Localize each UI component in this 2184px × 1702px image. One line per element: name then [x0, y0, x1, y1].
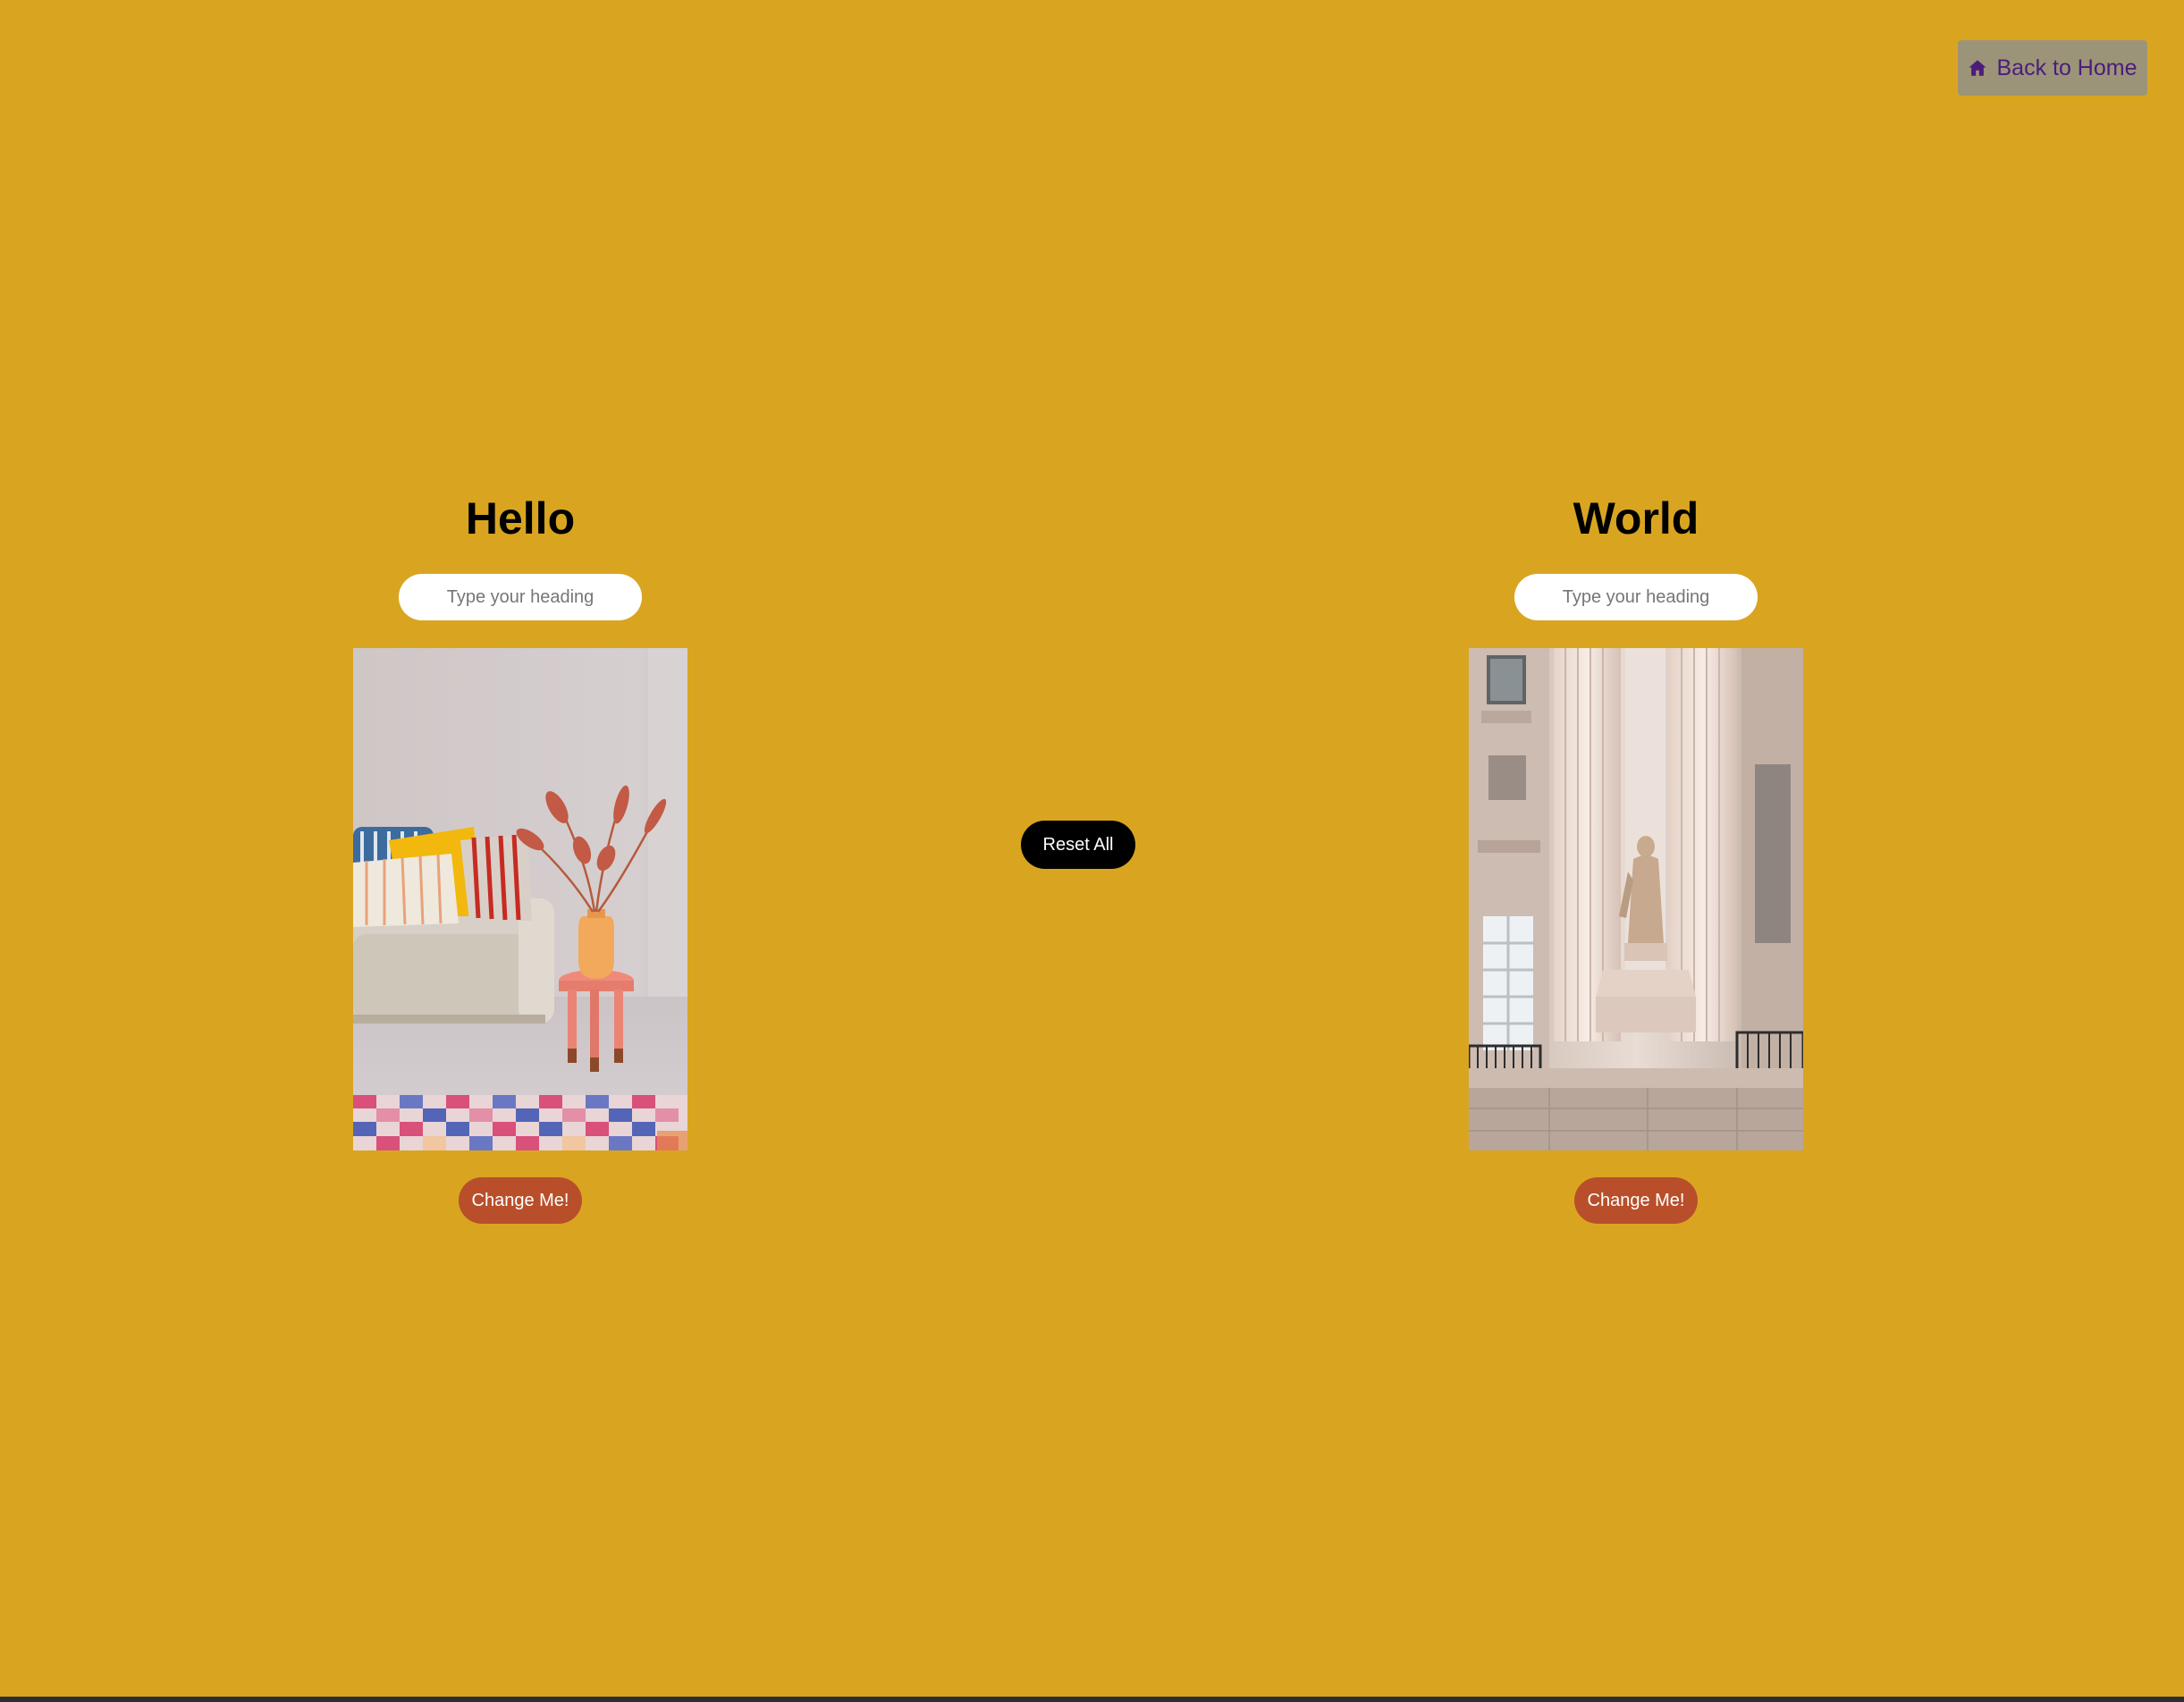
right-heading: World — [1573, 493, 1699, 543]
right-panel: World Type your heading Change Me! — [1466, 490, 1806, 1224]
right-heading-input[interactable] — [1514, 574, 1758, 620]
left-panel: Hello Type your heading Change Me! — [350, 490, 690, 1224]
left-photo-living-room — [353, 648, 687, 1150]
reset-all-button[interactable]: Reset All — [1021, 821, 1135, 869]
back-to-home-label: Back to Home — [1996, 55, 2138, 80]
left-change-button[interactable]: Change Me! — [459, 1177, 582, 1224]
left-heading-input[interactable] — [399, 574, 642, 620]
left-heading: Hello — [465, 493, 576, 543]
right-change-button[interactable]: Change Me! — [1574, 1177, 1698, 1224]
home-icon — [1969, 60, 1987, 76]
back-to-home-button[interactable]: Back to Home — [1958, 40, 2147, 96]
bottom-edge-bar — [0, 1697, 2184, 1702]
right-photo-palace-statue — [1469, 648, 1803, 1150]
